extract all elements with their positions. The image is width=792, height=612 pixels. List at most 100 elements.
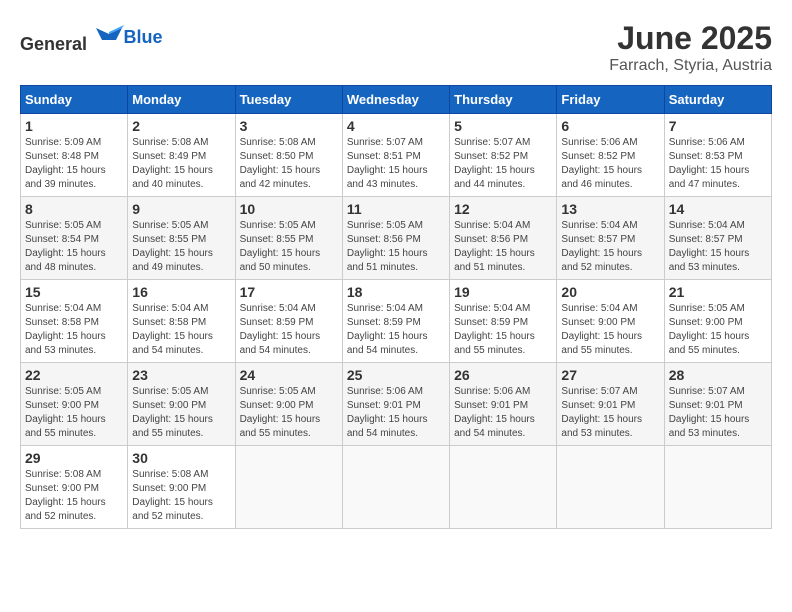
day-number: 17 [240, 284, 338, 300]
day-info: Sunrise: 5:05 AMSunset: 8:55 PMDaylight:… [240, 219, 338, 275]
calendar-cell: 14Sunrise: 5:04 AMSunset: 8:57 PMDayligh… [664, 197, 771, 280]
calendar-cell: 10 Sunrise: 5:05 AMSunset: 8:55 PMDayligh… [235, 197, 342, 280]
calendar-cell [557, 446, 664, 529]
day-number: 6 [561, 118, 659, 134]
calendar-row: 29 Sunrise: 5:08 AMSunset: 9:00 PMDayligh… [21, 446, 772, 529]
day-number: 11 [347, 201, 445, 217]
day-number: 5 [454, 118, 552, 134]
day-number: 21 [669, 284, 767, 300]
day-number: 1 [25, 118, 123, 134]
day-info: Sunrise: 5:05 AMSunset: 8:55 PMDaylight:… [132, 219, 230, 275]
calendar-row: 15 Sunrise: 5:04 AMSunset: 8:58 PMDayligh… [21, 280, 772, 363]
weekday-label: Thursday [450, 86, 557, 114]
calendar-cell: 2 Sunrise: 5:08 AMSunset: 8:49 PMDaylight… [128, 114, 235, 197]
day-info: Sunrise: 5:05 AMSunset: 9:00 PMDaylight:… [669, 302, 767, 358]
day-info: Sunrise: 5:05 AMSunset: 9:00 PMDaylight:… [25, 385, 123, 441]
calendar-cell: 16 Sunrise: 5:04 AMSunset: 8:58 PMDayligh… [128, 280, 235, 363]
day-number: 29 [25, 450, 123, 466]
logo-icon [94, 20, 124, 50]
weekday-label: Monday [128, 86, 235, 114]
day-info: Sunrise: 5:04 AMSunset: 8:57 PMDaylight:… [561, 219, 659, 275]
day-number: 15 [25, 284, 123, 300]
calendar-cell: 17 Sunrise: 5:04 AMSunset: 8:59 PMDayligh… [235, 280, 342, 363]
day-info: Sunrise: 5:05 AMSunset: 8:54 PMDaylight:… [25, 219, 123, 275]
day-number: 13 [561, 201, 659, 217]
day-number: 24 [240, 367, 338, 383]
calendar-cell: 1Sunrise: 5:09 AMSunset: 8:48 PMDaylight… [21, 114, 128, 197]
day-number: 16 [132, 284, 230, 300]
day-info: Sunrise: 5:08 AMSunset: 9:00 PMDaylight:… [25, 468, 123, 524]
day-number: 9 [132, 201, 230, 217]
day-info: Sunrise: 5:04 AMSunset: 8:59 PMDaylight:… [454, 302, 552, 358]
day-info: Sunrise: 5:07 AMSunset: 9:01 PMDaylight:… [669, 385, 767, 441]
calendar-cell: 21 Sunrise: 5:05 AMSunset: 9:00 PMDayligh… [664, 280, 771, 363]
day-number: 23 [132, 367, 230, 383]
day-number: 26 [454, 367, 552, 383]
calendar-cell: 3Sunrise: 5:08 AMSunset: 8:50 PMDaylight… [235, 114, 342, 197]
day-number: 18 [347, 284, 445, 300]
day-info: Sunrise: 5:04 AMSunset: 8:56 PMDaylight:… [454, 219, 552, 275]
calendar-cell: 4Sunrise: 5:07 AMSunset: 8:51 PMDaylight… [342, 114, 449, 197]
day-info: Sunrise: 5:08 AMSunset: 9:00 PMDaylight:… [132, 468, 230, 524]
day-number: 27 [561, 367, 659, 383]
day-info: Sunrise: 5:05 AMSunset: 9:00 PMDaylight:… [132, 385, 230, 441]
day-number: 4 [347, 118, 445, 134]
calendar: SundayMondayTuesdayWednesdayThursdayFrid… [20, 85, 772, 529]
day-number: 7 [669, 118, 767, 134]
calendar-cell: 6 Sunrise: 5:06 AMSunset: 8:52 PMDaylight… [557, 114, 664, 197]
weekday-label: Tuesday [235, 86, 342, 114]
calendar-row: 8 Sunrise: 5:05 AMSunset: 8:54 PMDaylight… [21, 197, 772, 280]
calendar-cell: 22 Sunrise: 5:05 AMSunset: 9:00 PMDayligh… [21, 363, 128, 446]
day-info: Sunrise: 5:04 AMSunset: 8:59 PMDaylight:… [347, 302, 445, 358]
title-area: June 2025 Farrach, Styria, Austria [609, 20, 772, 75]
calendar-cell: 13 Sunrise: 5:04 AMSunset: 8:57 PMDayligh… [557, 197, 664, 280]
calendar-cell: 11 Sunrise: 5:05 AMSunset: 8:56 PMDayligh… [342, 197, 449, 280]
day-number: 30 [132, 450, 230, 466]
weekday-label: Friday [557, 86, 664, 114]
calendar-cell: 19 Sunrise: 5:04 AMSunset: 8:59 PMDayligh… [450, 280, 557, 363]
day-number: 22 [25, 367, 123, 383]
day-info: Sunrise: 5:07 AMSunset: 9:01 PMDaylight:… [561, 385, 659, 441]
day-number: 2 [132, 118, 230, 134]
weekday-header: SundayMondayTuesdayWednesdayThursdayFrid… [21, 86, 772, 114]
logo-general: General [20, 34, 87, 54]
day-number: 28 [669, 367, 767, 383]
calendar-cell [235, 446, 342, 529]
calendar-row: 1Sunrise: 5:09 AMSunset: 8:48 PMDaylight… [21, 114, 772, 197]
day-number: 10 [240, 201, 338, 217]
logo-blue: Blue [124, 27, 163, 47]
day-number: 3 [240, 118, 338, 134]
logo: General Blue [20, 20, 163, 55]
day-info: Sunrise: 5:05 AMSunset: 8:56 PMDaylight:… [347, 219, 445, 275]
calendar-cell: 12 Sunrise: 5:04 AMSunset: 8:56 PMDayligh… [450, 197, 557, 280]
day-info: Sunrise: 5:06 AMSunset: 9:01 PMDaylight:… [454, 385, 552, 441]
calendar-cell: 18 Sunrise: 5:04 AMSunset: 8:59 PMDayligh… [342, 280, 449, 363]
day-number: 12 [454, 201, 552, 217]
calendar-cell [664, 446, 771, 529]
calendar-cell: 25 Sunrise: 5:06 AMSunset: 9:01 PMDayligh… [342, 363, 449, 446]
day-number: 19 [454, 284, 552, 300]
calendar-body: 1Sunrise: 5:09 AMSunset: 8:48 PMDaylight… [21, 114, 772, 529]
calendar-cell: 5Sunrise: 5:07 AMSunset: 8:52 PMDaylight… [450, 114, 557, 197]
day-number: 8 [25, 201, 123, 217]
calendar-cell: 30 Sunrise: 5:08 AMSunset: 9:00 PMDayligh… [128, 446, 235, 529]
day-number: 20 [561, 284, 659, 300]
day-info: Sunrise: 5:04 AMSunset: 8:58 PMDaylight:… [25, 302, 123, 358]
day-info: Sunrise: 5:08 AMSunset: 8:49 PMDaylight:… [132, 136, 230, 192]
day-info: Sunrise: 5:04 AMSunset: 8:59 PMDaylight:… [240, 302, 338, 358]
day-number: 25 [347, 367, 445, 383]
calendar-cell [342, 446, 449, 529]
calendar-cell: 28 Sunrise: 5:07 AMSunset: 9:01 PMDayligh… [664, 363, 771, 446]
month-title: June 2025 [609, 20, 772, 57]
calendar-cell: 20Sunrise: 5:04 AMSunset: 9:00 PMDayligh… [557, 280, 664, 363]
day-info: Sunrise: 5:06 AMSunset: 9:01 PMDaylight:… [347, 385, 445, 441]
day-info: Sunrise: 5:06 AMSunset: 8:52 PMDaylight:… [561, 136, 659, 192]
day-info: Sunrise: 5:06 AMSunset: 8:53 PMDaylight:… [669, 136, 767, 192]
day-info: Sunrise: 5:04 AMSunset: 8:57 PMDaylight:… [669, 219, 767, 275]
calendar-cell: 15 Sunrise: 5:04 AMSunset: 8:58 PMDayligh… [21, 280, 128, 363]
calendar-row: 22 Sunrise: 5:05 AMSunset: 9:00 PMDayligh… [21, 363, 772, 446]
calendar-cell: 29 Sunrise: 5:08 AMSunset: 9:00 PMDayligh… [21, 446, 128, 529]
day-info: Sunrise: 5:05 AMSunset: 9:00 PMDaylight:… [240, 385, 338, 441]
calendar-cell: 26 Sunrise: 5:06 AMSunset: 9:01 PMDayligh… [450, 363, 557, 446]
day-info: Sunrise: 5:04 AMSunset: 8:58 PMDaylight:… [132, 302, 230, 358]
